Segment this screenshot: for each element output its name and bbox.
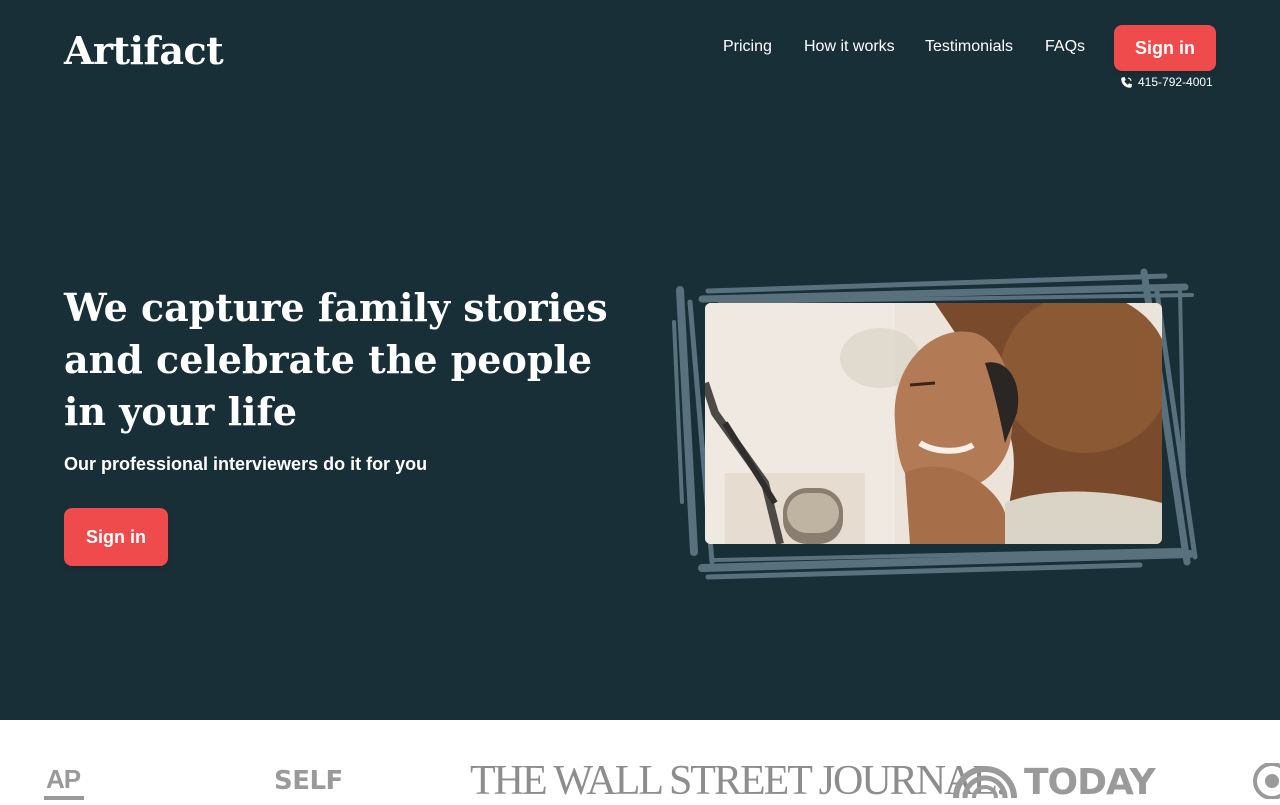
today-rainbow-icon [953, 766, 1017, 799]
nav-testimonials[interactable]: Testimonials [925, 38, 1013, 56]
press-logo-self: SELF [274, 766, 343, 796]
phone-number[interactable]: 415-792-4001 [1138, 75, 1213, 89]
hero-headline: We capture family stories and celebrate … [64, 285, 608, 434]
nav-faqs[interactable]: FAQs [1045, 38, 1085, 56]
nav-pricing[interactable]: Pricing [723, 38, 772, 56]
ap-underline [44, 796, 84, 800]
hero-sign-in-button[interactable]: Sign in [64, 508, 168, 566]
interview-photo [705, 303, 1162, 544]
nav-how-it-works[interactable]: How it works [804, 38, 895, 56]
phone-icon [1121, 76, 1132, 88]
header-sign-in-button[interactable]: Sign in [1114, 25, 1216, 71]
site-logo[interactable]: Artifact [64, 28, 224, 73]
press-logo-ap: AP [46, 764, 81, 794]
phone-contact[interactable]: 415-792-4001 [1120, 75, 1213, 89]
cbs-eye-icon [1253, 763, 1280, 799]
hero-subheadline: Our professional interviewers do it for … [64, 454, 428, 474]
press-logo-wsj: THE WALL STREET JOURNAL. [470, 758, 1007, 804]
hero-section: Artifact Pricing How it works Testimonia… [0, 0, 1280, 720]
hero-media [660, 262, 1220, 592]
press-logo-today: TODAY [1024, 762, 1156, 803]
